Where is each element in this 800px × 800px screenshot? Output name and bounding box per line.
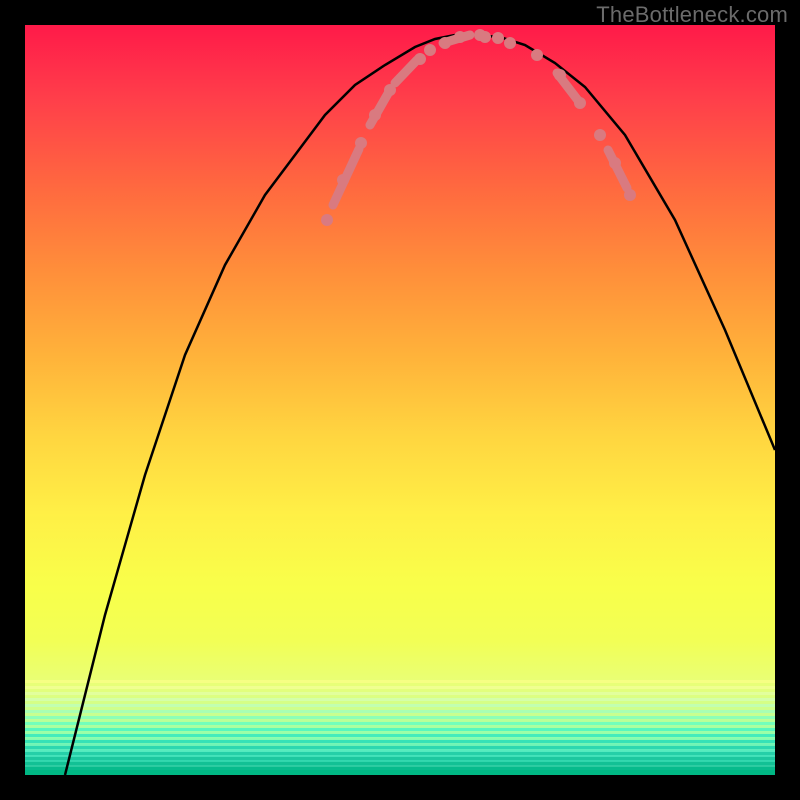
- watermark-text: TheBottleneck.com: [596, 2, 788, 28]
- data-point: [492, 32, 504, 44]
- data-point: [609, 157, 621, 169]
- data-point: [384, 84, 396, 96]
- data-point: [414, 53, 426, 65]
- data-point: [355, 137, 367, 149]
- data-point-markers: [321, 29, 636, 226]
- data-point: [574, 97, 586, 109]
- data-point: [474, 29, 486, 41]
- data-point: [424, 44, 436, 56]
- data-point: [504, 37, 516, 49]
- data-point: [594, 129, 606, 141]
- data-point: [454, 31, 466, 43]
- data-point: [624, 189, 636, 201]
- curve-svg: [25, 25, 775, 775]
- data-point: [369, 109, 381, 121]
- data-point: [321, 214, 333, 226]
- data-point: [531, 49, 543, 61]
- data-point: [554, 69, 566, 81]
- plot-area: [25, 25, 775, 775]
- data-point: [337, 174, 349, 186]
- data-segment: [395, 60, 417, 83]
- bottleneck-curve: [65, 35, 775, 775]
- data-segment: [608, 150, 627, 188]
